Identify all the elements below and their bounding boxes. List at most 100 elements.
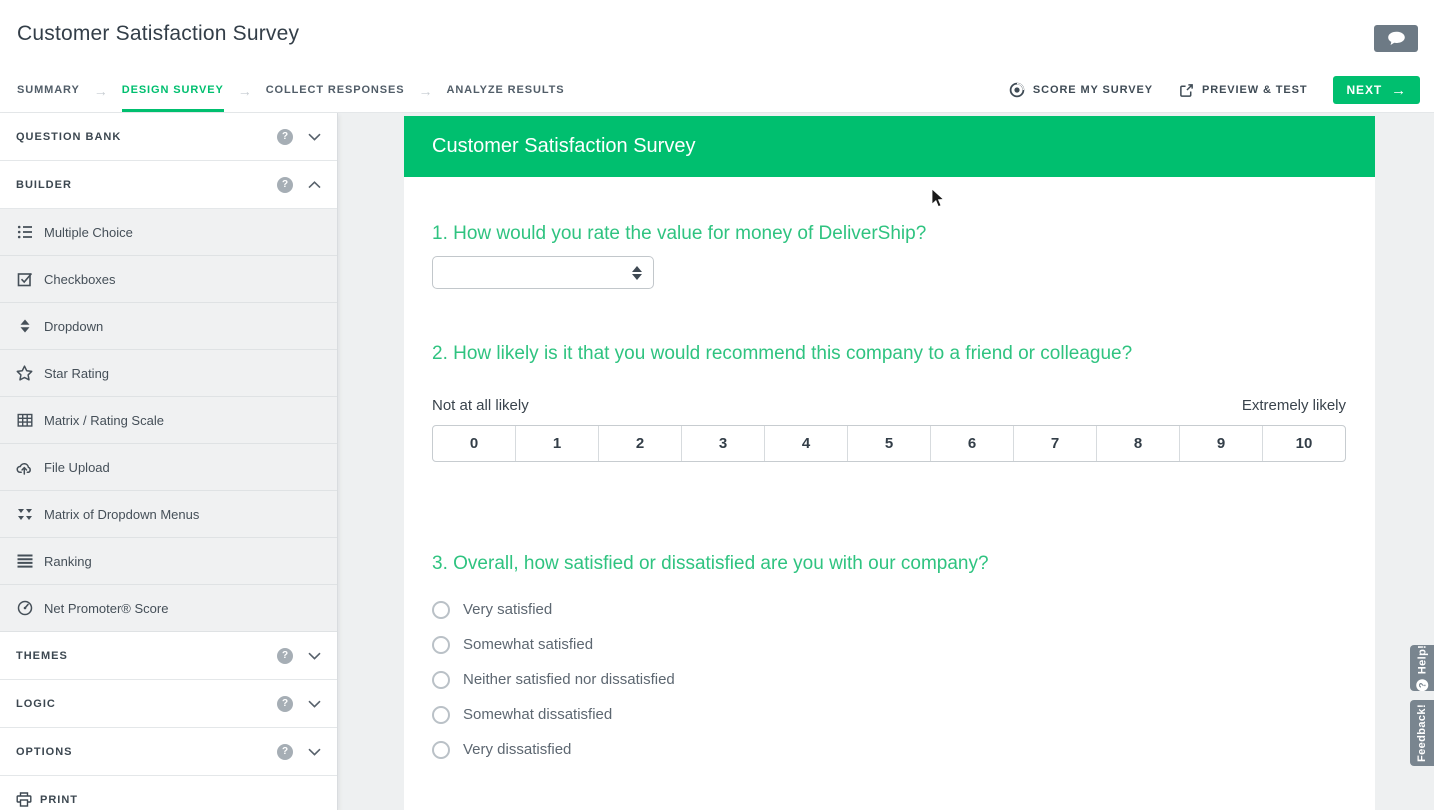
survey-title-banner[interactable]: Customer Satisfaction Survey bbox=[404, 116, 1375, 177]
radio-option-label: Very satisfied bbox=[463, 601, 552, 618]
sidebar-item-ranking[interactable]: Ranking bbox=[0, 538, 337, 585]
help-circle-icon[interactable]: ? bbox=[277, 648, 293, 664]
help-tab-label: Help! bbox=[1416, 645, 1428, 674]
nps-cell-2[interactable]: 2 bbox=[598, 426, 681, 461]
tab-design-survey[interactable]: DESIGN SURVEY bbox=[122, 68, 224, 112]
external-link-icon bbox=[1179, 83, 1194, 98]
radio-option-somewhat-satisfied[interactable]: Somewhat satisfied bbox=[432, 627, 1346, 662]
help-tab[interactable]: ? Help! bbox=[1410, 645, 1434, 691]
nps-cell-4[interactable]: 4 bbox=[764, 426, 847, 461]
chevron-up-icon bbox=[308, 181, 321, 189]
sidebar-item-label: Matrix / Rating Scale bbox=[44, 413, 164, 428]
preview-test-button[interactable]: PREVIEW & TEST bbox=[1179, 83, 1308, 98]
nav-actions: SCORE MY SURVEY PREVIEW & TEST NEXT → bbox=[1009, 68, 1434, 112]
score-my-survey-label: SCORE MY SURVEY bbox=[1033, 84, 1153, 96]
chevron-down-icon bbox=[308, 700, 321, 708]
help-circle-icon[interactable]: ? bbox=[277, 696, 293, 712]
themes-label: THEMES bbox=[16, 650, 277, 662]
sidebar-section-question-bank[interactable]: QUESTION BANK ? bbox=[0, 113, 337, 161]
chevron-down-icon bbox=[308, 652, 321, 660]
radio-button-icon[interactable] bbox=[432, 601, 450, 619]
page-title: Customer Satisfaction Survey bbox=[17, 22, 299, 46]
sidebar-item-file-upload[interactable]: File Upload bbox=[0, 444, 337, 491]
radio-button-icon[interactable] bbox=[432, 671, 450, 689]
star-icon bbox=[16, 365, 33, 381]
nps-scale-labels: Not at all likely Extremely likely bbox=[432, 397, 1346, 414]
radio-button-icon[interactable] bbox=[432, 706, 450, 724]
sidebar-item-matrix-of-dropdown-menus[interactable]: Matrix of Dropdown Menus bbox=[0, 491, 337, 538]
nps-cell-8[interactable]: 8 bbox=[1096, 426, 1179, 461]
sidebar-section-print[interactable]: PRINT bbox=[0, 776, 337, 810]
sidebar-item-multiple-choice[interactable]: Multiple Choice bbox=[0, 209, 337, 256]
chevron-down-icon bbox=[308, 133, 321, 141]
nps-cell-0[interactable]: 0 bbox=[433, 426, 515, 461]
sidebar-item-label: Multiple Choice bbox=[44, 225, 133, 240]
nps-cell-6[interactable]: 6 bbox=[930, 426, 1013, 461]
help-circle-icon[interactable]: ? bbox=[277, 744, 293, 760]
double-dropdown-icon bbox=[16, 507, 33, 522]
radio-option-label: Somewhat dissatisfied bbox=[463, 706, 612, 723]
logic-label: LOGIC bbox=[16, 698, 277, 710]
sidebar-item-net-promoter-score[interactable]: Net Promoter® Score bbox=[0, 585, 337, 632]
content-area: QUESTION BANK ? BUILDER ? Multiple Choic… bbox=[0, 113, 1434, 810]
radio-option-neither[interactable]: Neither satisfied nor dissatisfied bbox=[432, 662, 1346, 697]
question-1[interactable]: 1. How would you rate the value for mone… bbox=[432, 222, 1346, 289]
nps-scale: 0 1 2 3 4 5 6 7 8 9 10 bbox=[432, 425, 1346, 462]
score-my-survey-button[interactable]: SCORE MY SURVEY bbox=[1009, 82, 1153, 98]
arrow-right-icon: → bbox=[1391, 82, 1407, 99]
radio-option-label: Somewhat satisfied bbox=[463, 636, 593, 653]
tab-summary[interactable]: SUMMARY bbox=[17, 68, 80, 112]
nps-cell-10[interactable]: 10 bbox=[1262, 426, 1345, 461]
chat-bubble-icon bbox=[1387, 31, 1406, 46]
sidebar-section-logic[interactable]: LOGIC ? bbox=[0, 680, 337, 728]
question-2[interactable]: 2. How likely is it that you would recom… bbox=[432, 342, 1346, 462]
help-circle-icon[interactable]: ? bbox=[277, 177, 293, 193]
grid-icon bbox=[16, 412, 33, 428]
sidebar-section-builder[interactable]: BUILDER ? bbox=[0, 161, 337, 209]
sidebar-section-themes[interactable]: THEMES ? bbox=[0, 632, 337, 680]
radio-option-label: Very dissatisfied bbox=[463, 741, 571, 758]
sidebar-item-label: Dropdown bbox=[44, 319, 103, 334]
sidebar-section-options[interactable]: OPTIONS ? bbox=[0, 728, 337, 776]
nps-right-label: Extremely likely bbox=[1242, 397, 1346, 414]
sidebar-item-dropdown[interactable]: Dropdown bbox=[0, 303, 337, 350]
radio-option-somewhat-dissatisfied[interactable]: Somewhat dissatisfied bbox=[432, 697, 1346, 732]
tab-analyze-results[interactable]: ANALYZE RESULTS bbox=[446, 68, 564, 112]
question-1-dropdown[interactable] bbox=[432, 256, 654, 289]
checkbox-icon bbox=[16, 271, 33, 287]
step-nav-bar: SUMMARY → DESIGN SURVEY → COLLECT RESPON… bbox=[0, 68, 1434, 113]
question-3[interactable]: 3. Overall, how satisfied or dissatisfie… bbox=[432, 552, 1346, 767]
nps-cell-5[interactable]: 5 bbox=[847, 426, 930, 461]
sidebar-item-star-rating[interactable]: Star Rating bbox=[0, 350, 337, 397]
radio-button-icon[interactable] bbox=[432, 636, 450, 654]
sidebar-item-label: Checkboxes bbox=[44, 272, 116, 287]
cloud-upload-icon bbox=[16, 460, 33, 475]
question-bank-label: QUESTION BANK bbox=[16, 131, 277, 143]
sidebar-item-label: Ranking bbox=[44, 554, 92, 569]
tab-collect-responses[interactable]: COLLECT RESPONSES bbox=[266, 68, 405, 112]
survey-canvas: Customer Satisfaction Survey 1. How woul… bbox=[338, 113, 1434, 810]
nps-cell-7[interactable]: 7 bbox=[1013, 426, 1096, 461]
sidebar-item-checkboxes[interactable]: Checkboxes bbox=[0, 256, 337, 303]
step-arrow-icon: → bbox=[238, 68, 252, 112]
radio-option-very-dissatisfied[interactable]: Very dissatisfied bbox=[432, 732, 1346, 767]
nps-cell-1[interactable]: 1 bbox=[515, 426, 598, 461]
radio-button-icon[interactable] bbox=[432, 741, 450, 759]
ranking-bars-icon bbox=[16, 554, 33, 568]
next-button[interactable]: NEXT → bbox=[1333, 76, 1420, 104]
print-label: PRINT bbox=[40, 794, 78, 806]
select-spinner-icon bbox=[632, 266, 642, 280]
chat-button[interactable] bbox=[1374, 25, 1418, 52]
feedback-tab-label: Feedback! bbox=[1416, 704, 1428, 762]
sidebar-item-matrix-rating-scale[interactable]: Matrix / Rating Scale bbox=[0, 397, 337, 444]
sidebar: QUESTION BANK ? BUILDER ? Multiple Choic… bbox=[0, 113, 338, 810]
question-1-title: 1. How would you rate the value for mone… bbox=[432, 222, 1346, 245]
nps-cell-9[interactable]: 9 bbox=[1179, 426, 1262, 461]
next-label: NEXT bbox=[1346, 83, 1382, 97]
question-3-title: 3. Overall, how satisfied or dissatisfie… bbox=[432, 552, 1346, 575]
radio-option-very-satisfied[interactable]: Very satisfied bbox=[432, 592, 1346, 627]
radio-option-label: Neither satisfied nor dissatisfied bbox=[463, 671, 675, 688]
help-circle-icon[interactable]: ? bbox=[277, 129, 293, 145]
nps-cell-3[interactable]: 3 bbox=[681, 426, 764, 461]
feedback-tab[interactable]: Feedback! bbox=[1410, 700, 1434, 766]
